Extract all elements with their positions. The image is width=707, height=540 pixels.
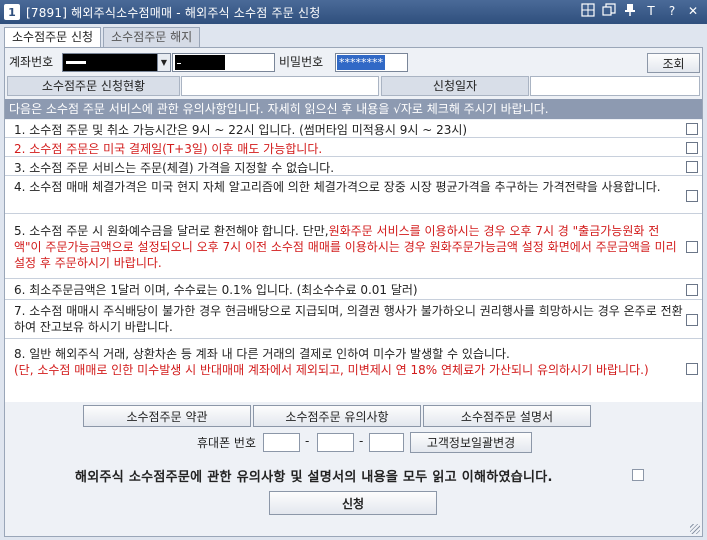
phone-separator: -: [305, 434, 310, 448]
password-input[interactable]: ********: [335, 53, 408, 72]
notice-item-7: 7. 소수점 매매시 주식배당이 불가한 경우 현금배당으로 지급되며, 의결권…: [5, 301, 702, 339]
phone-input-1[interactable]: [263, 433, 300, 452]
phone-input-2[interactable]: [317, 433, 354, 452]
notice-text-normal: 5. 소수점 주문 시 원화예수금을 달러로 환전해야 합니다. 단만,: [14, 224, 329, 238]
notice-text: 3. 소수점 주문 서비스는 주문(체결) 가격을 지정할 수 없습니다.: [14, 161, 335, 175]
notice-item-1: 1. 소수점 주문 및 취소 가능시간은 9시 ~ 22시 입니다. (썸머타임…: [5, 120, 702, 138]
title-bar-controls: T ? ✕: [580, 3, 701, 19]
notice-checkbox-2[interactable]: [686, 142, 698, 154]
notice-checkbox-3[interactable]: [686, 161, 698, 173]
phone-row: 휴대폰 번호 - - 고객정보일괄변경: [5, 432, 702, 454]
password-value: ********: [337, 55, 385, 70]
application-status-value: [181, 76, 379, 96]
notice-text: 5. 소수점 주문 시 원화예수금을 달러로 환전해야 합니다. 단만,원화주문…: [14, 223, 686, 271]
chevron-down-icon[interactable]: ▼: [157, 53, 171, 72]
application-status-label: 소수점주문 신청현황: [7, 76, 180, 96]
pin-icon[interactable]: [622, 3, 638, 19]
notice-text: 7. 소수점 매매시 주식배당이 불가한 경우 현금배당으로 지급되며, 의결권…: [14, 304, 683, 334]
notice-checkbox-4[interactable]: [686, 190, 698, 202]
tab-apply[interactable]: 소수점주문 신청: [4, 27, 102, 48]
agreement-text: 해외주식 소수점주문에 관한 유의사항 및 설명서의 내용을 모두 읽고 이해하…: [75, 470, 553, 485]
title-bar: 1 [7891] 해외주식소수점매매 - 해외주식 소수점 주문 신청 T ? …: [0, 0, 707, 24]
notice-checkbox-8[interactable]: [686, 363, 698, 375]
window-title: [7891] 해외주식소수점매매 - 해외주식 소수점 주문 신청: [26, 5, 321, 20]
document-buttons: 소수점주문 약관 소수점주문 유의사항 소수점주문 설명서: [5, 405, 702, 427]
notice-checkbox-5[interactable]: [686, 241, 698, 253]
help-icon[interactable]: ?: [664, 3, 680, 19]
restore-window-icon[interactable]: [601, 3, 617, 19]
account-name-field: [172, 53, 275, 72]
main-panel: 계좌번호 ▼ 비밀번호 ******** 조회 소수점주문 신청현황 신청일자 …: [4, 47, 703, 537]
window-number-badge: 1: [4, 4, 20, 20]
status-row: 소수점주문 신청현황 신청일자: [5, 76, 702, 96]
phone-separator: -: [359, 434, 364, 448]
application-date-label: 신청일자: [381, 76, 529, 96]
resize-grip-icon[interactable]: [690, 524, 700, 534]
notice-text-warning: (단, 소수점 매매로 인한 미수발생 시 반대매매 계좌에서 제외되고, 미변…: [14, 363, 649, 377]
submit-button[interactable]: 신청: [269, 491, 437, 515]
password-label: 비밀번호: [279, 55, 324, 69]
notice-item-4: 4. 소수점 매매 체결가격은 미국 현지 자체 알고리즘에 의한 체결가격으로…: [5, 177, 702, 214]
notice-item-8: 8. 일반 해외주식 거래, 상환차손 등 계좌 내 다른 거래의 결제로 인하…: [5, 340, 702, 400]
notice-item-6: 6. 최소주문금액은 1달러 이며, 수수료는 0.1% 입니다. (최소수수료…: [5, 280, 702, 300]
account-row: 계좌번호 ▼ 비밀번호 ******** 조회: [5, 52, 702, 74]
notice-text: 1. 소수점 주문 및 취소 가능시간은 9시 ~ 22시 입니다. (썸머타임…: [14, 123, 468, 137]
phone-label: 휴대폰 번호: [197, 436, 257, 450]
notice-item-3: 3. 소수점 주문 서비스는 주문(체결) 가격을 지정할 수 없습니다.: [5, 158, 702, 176]
notice-list: 1. 소수점 주문 및 취소 가능시간은 9시 ~ 22시 입니다. (썸머타임…: [5, 120, 702, 402]
close-icon[interactable]: ✕: [685, 3, 701, 19]
notice-item-5: 5. 소수점 주문 시 원화예수금을 달러로 환전해야 합니다. 단만,원화주문…: [5, 215, 702, 279]
account-label: 계좌번호: [9, 55, 54, 69]
phone-input-3[interactable]: [369, 433, 404, 452]
grid-icon[interactable]: [580, 3, 596, 19]
notice-text: 2. 소수점 주문은 미국 결제일(T+3일) 이후 매도 가능합니다.: [14, 142, 323, 156]
tab-bar: 소수점주문 신청 소수점주문 해지: [4, 27, 202, 48]
application-date-value: [530, 76, 700, 96]
notice-checkbox-6[interactable]: [686, 284, 698, 296]
notice-item-2: 2. 소수점 주문은 미국 결제일(T+3일) 이후 매도 가능합니다.: [5, 139, 702, 157]
text-size-icon[interactable]: T: [643, 3, 659, 19]
notice-text: 8. 일반 해외주식 거래, 상환차손 등 계좌 내 다른 거래의 결제로 인하…: [14, 346, 686, 378]
query-button[interactable]: 조회: [647, 53, 700, 73]
notice-intro: 다음은 소수점 주문 서비스에 관한 유의사항입니다. 자세히 읽으신 후 내용…: [5, 99, 702, 119]
account-number-select[interactable]: [62, 53, 162, 72]
notice-checkbox-1[interactable]: [686, 123, 698, 135]
notice-text-normal: 8. 일반 해외주식 거래, 상환차손 등 계좌 내 다른 거래의 결제로 인하…: [14, 347, 510, 361]
manual-button[interactable]: 소수점주문 설명서: [423, 405, 591, 427]
agreement-checkbox[interactable]: [632, 469, 644, 481]
notice-text: 6. 최소주문금액은 1달러 이며, 수수료는 0.1% 입니다. (최소수수료…: [14, 283, 418, 297]
change-customer-info-button[interactable]: 고객정보일괄변경: [410, 432, 532, 453]
terms-button[interactable]: 소수점주문 약관: [83, 405, 251, 427]
notice-text: 4. 소수점 매매 체결가격은 미국 현지 자체 알고리즘에 의한 체결가격으로…: [14, 180, 661, 194]
tab-cancel[interactable]: 소수점주문 해지: [103, 27, 201, 47]
precautions-button[interactable]: 소수점주문 유의사항: [253, 405, 421, 427]
notice-checkbox-7[interactable]: [686, 314, 698, 326]
